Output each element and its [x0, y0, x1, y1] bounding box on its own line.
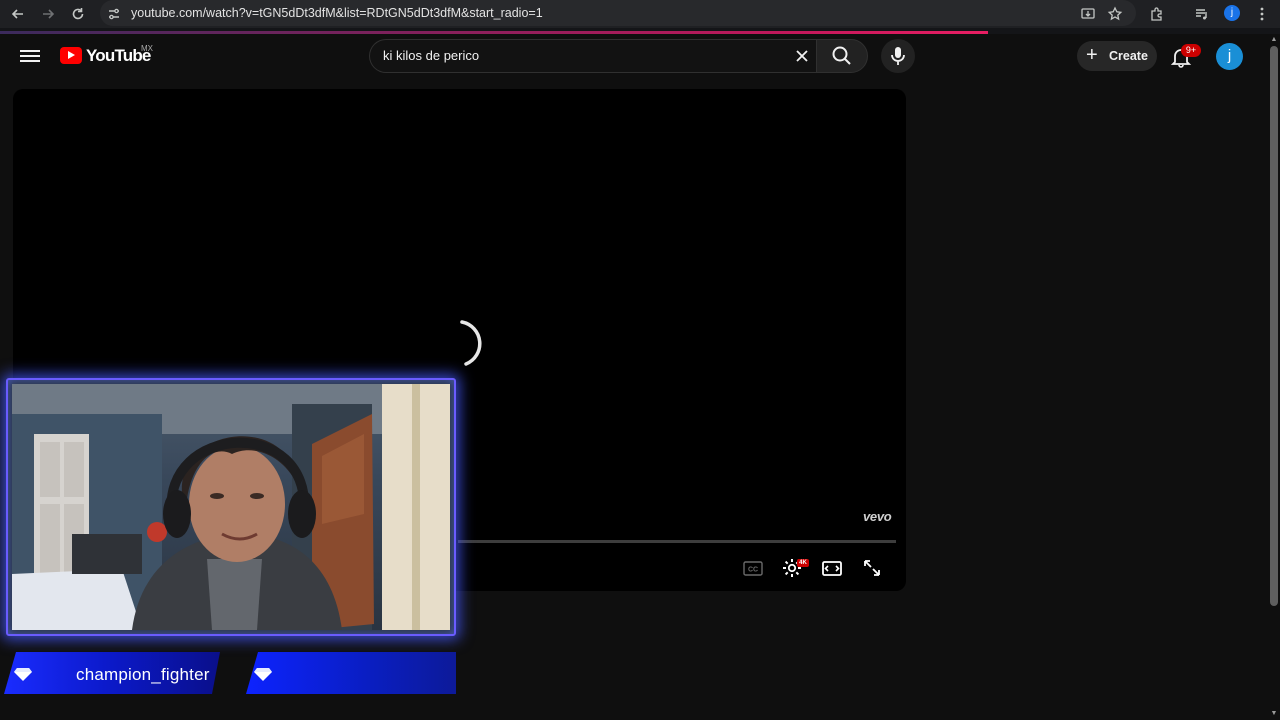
create-label[interactable]: Create [1109, 49, 1148, 63]
install-app-icon[interactable] [1079, 5, 1097, 23]
site-settings-icon[interactable] [105, 5, 123, 23]
quality-badge: 4K [797, 559, 809, 567]
url-text[interactable]: youtube.com/watch?v=tGN5dDt3dfM&list=RDt… [131, 6, 543, 20]
streamer-username: champion_fighter [76, 665, 210, 684]
menu-icon[interactable] [20, 47, 40, 65]
search-query-text[interactable]: ki kilos de perico [383, 48, 479, 63]
voice-search-button[interactable] [881, 39, 915, 73]
svg-text:CC: CC [748, 567, 758, 574]
subtitles-button[interactable]: CC [741, 556, 765, 580]
back-arrow-icon[interactable] [9, 5, 27, 23]
scroll-up-arrow-icon[interactable]: ▲ [1269, 36, 1279, 44]
video-progress-bar[interactable] [458, 540, 896, 543]
microphone-icon [891, 47, 905, 65]
secondary-plate [246, 652, 456, 694]
fullscreen-icon [864, 560, 880, 576]
scrollbar-thumb[interactable] [1270, 46, 1278, 606]
scroll-down-arrow-icon[interactable]: ▼ [1269, 710, 1279, 718]
theater-mode-icon [822, 561, 842, 576]
vevo-watermark: vevo [863, 509, 892, 524]
reload-icon[interactable] [69, 5, 87, 23]
chrome-menu-icon[interactable] [1253, 5, 1271, 23]
theater-mode-button[interactable] [820, 556, 844, 580]
subtitles-icon: CC [743, 561, 763, 576]
account-avatar[interactable]: j [1216, 43, 1243, 70]
notification-count-badge: 9+ [1181, 44, 1201, 57]
extensions-icon[interactable] [1148, 5, 1166, 23]
diamond-icon [14, 668, 32, 681]
webcam-feed-image [12, 384, 450, 630]
webcam-overlay-frame [6, 378, 456, 636]
media-controls-icon[interactable] [1193, 5, 1211, 23]
youtube-logo-icon[interactable] [60, 47, 82, 64]
fullscreen-button[interactable] [860, 556, 884, 580]
browser-profile-avatar[interactable]: j [1224, 5, 1240, 21]
clear-search-icon[interactable] [791, 45, 813, 67]
diamond-icon [254, 668, 272, 681]
forward-arrow-icon[interactable] [39, 5, 57, 23]
search-button[interactable] [816, 39, 868, 73]
plus-icon: + [1086, 44, 1098, 66]
loading-spinner-icon [460, 320, 482, 366]
search-icon [832, 46, 851, 65]
country-code: MX [141, 44, 153, 53]
bookmark-star-icon[interactable] [1106, 5, 1124, 23]
